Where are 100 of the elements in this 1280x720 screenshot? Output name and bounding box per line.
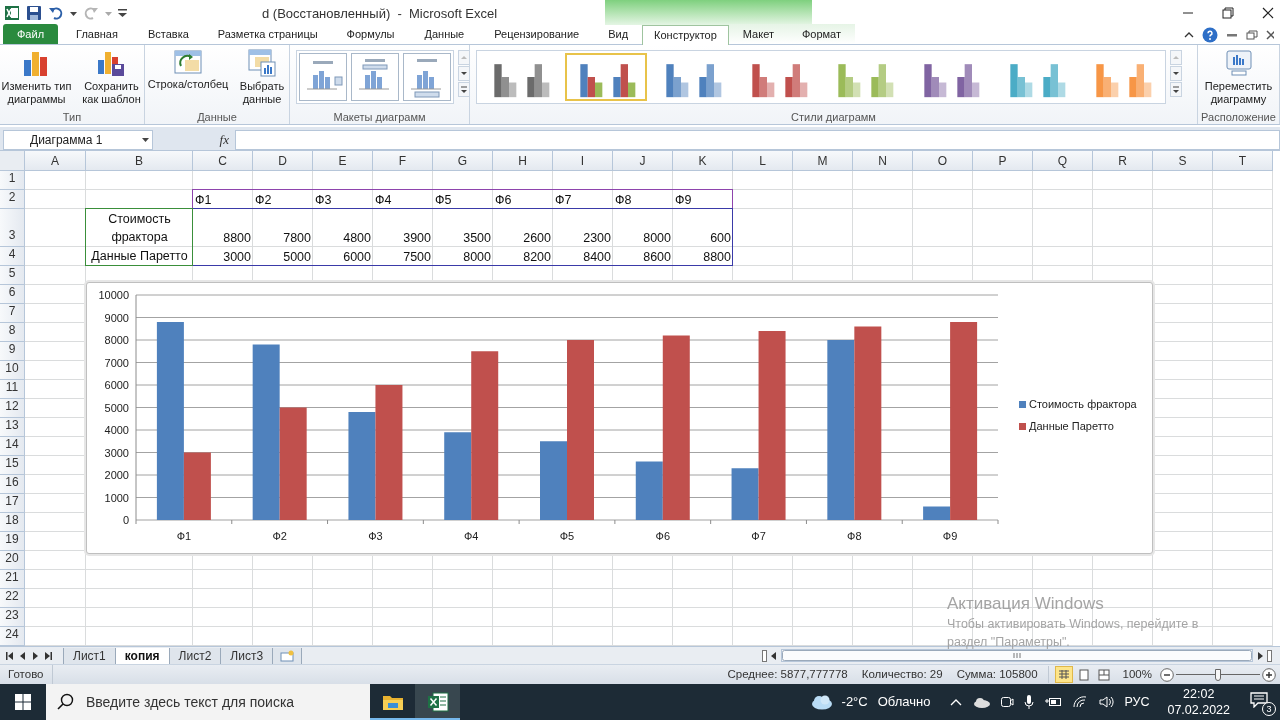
scroll-down-icon[interactable] — [458, 66, 470, 81]
column-header[interactable]: B — [86, 151, 193, 171]
zoom-in-icon[interactable] — [1262, 667, 1276, 682]
scroll-left-icon[interactable] — [769, 649, 779, 662]
ribbon-tab[interactable]: Файл — [3, 24, 59, 44]
ribbon-tab[interactable]: Формат — [787, 24, 856, 44]
last-sheet-icon[interactable] — [44, 650, 52, 661]
split-handle-icon[interactable] — [762, 649, 767, 662]
ribbon-button[interactable]: Переместить диаграмму — [1200, 48, 1277, 106]
row-header[interactable]: 1 — [0, 171, 25, 190]
column-header[interactable]: J — [613, 151, 673, 171]
column-header[interactable]: K — [673, 151, 733, 171]
close-icon[interactable] — [1266, 30, 1274, 40]
row-header[interactable]: 2 — [0, 190, 25, 209]
close-icon[interactable] — [1262, 6, 1274, 19]
column-header[interactable]: S — [1153, 151, 1213, 171]
zoom-slider[interactable] — [1176, 667, 1260, 682]
chevron-up-icon[interactable] — [950, 697, 963, 707]
sheet-tab[interactable]: копия — [114, 647, 170, 665]
scroll-thumb[interactable] — [782, 650, 1252, 661]
ribbon-button[interactable]: Сохранить как шаблон — [78, 48, 144, 106]
move-chart-icon[interactable] — [1223, 48, 1254, 78]
language-indicator[interactable]: РУС — [1124, 692, 1150, 712]
name-box[interactable]: Диаграмма 1 — [3, 129, 153, 150]
row-header[interactable]: 7 — [0, 304, 25, 323]
row-header[interactable]: 21 — [0, 570, 25, 589]
wifi-icon[interactable] — [1072, 695, 1089, 709]
chart-layout-thumbnail[interactable] — [351, 53, 399, 101]
column-header[interactable]: H — [493, 151, 553, 171]
chart-style-thumbnail[interactable] — [565, 53, 647, 101]
column-header[interactable]: P — [973, 151, 1033, 171]
column-header[interactable]: C — [193, 151, 253, 171]
chart-layout-thumbnail[interactable] — [299, 53, 347, 101]
restore-icon[interactable] — [1246, 30, 1258, 40]
cloud-icon[interactable] — [809, 694, 834, 710]
more-icon[interactable] — [458, 82, 470, 97]
row-header[interactable]: 13 — [0, 418, 25, 437]
zoom-out-icon[interactable] — [1160, 667, 1174, 682]
more-icon[interactable] — [1170, 82, 1182, 97]
sheet-tab[interactable]: Лист3 — [220, 647, 274, 665]
ribbon-tab[interactable]: Вид — [594, 24, 643, 44]
column-header[interactable]: N — [853, 151, 913, 171]
switch-row-column-icon[interactable] — [173, 48, 203, 76]
column-header[interactable]: F — [373, 151, 433, 171]
column-header[interactable]: G — [433, 151, 493, 171]
taskbar-app[interactable] — [415, 684, 460, 720]
row-header[interactable]: 9 — [0, 342, 25, 361]
scroll-down-icon[interactable] — [1170, 66, 1182, 81]
folder-icon[interactable] — [381, 693, 404, 711]
row-header[interactable]: 6 — [0, 285, 25, 304]
ribbon-tab[interactable]: Конструктор — [642, 25, 729, 45]
ribbon-tab[interactable]: Главная — [61, 24, 133, 44]
first-sheet-icon[interactable] — [6, 650, 14, 661]
chart-layout-thumbnail[interactable] — [403, 53, 451, 101]
column-header[interactable]: I — [553, 151, 613, 171]
column-header[interactable]: Q — [1033, 151, 1093, 171]
row-header[interactable]: 19 — [0, 532, 25, 551]
column-header[interactable]: A — [25, 151, 86, 171]
row-header[interactable]: 17 — [0, 494, 25, 513]
ribbon-tab[interactable]: Разметка страницы — [203, 24, 332, 44]
row-header[interactable]: 8 — [0, 323, 25, 342]
row-header[interactable]: 5 — [0, 266, 25, 285]
ribbon-button[interactable]: Изменить тип диаграммы — [0, 48, 73, 106]
ribbon-tab[interactable]: Макет — [728, 24, 788, 44]
split-handle-icon[interactable] — [1267, 649, 1272, 662]
volume-icon[interactable] — [1098, 695, 1115, 709]
row-header[interactable]: 10 — [0, 361, 25, 380]
row-header[interactable]: 22 — [0, 589, 25, 608]
select-data-icon[interactable] — [247, 48, 277, 78]
zoom-level[interactable]: 100% — [1122, 665, 1152, 684]
column-header[interactable]: E — [313, 151, 373, 171]
cloud-icon[interactable] — [972, 696, 991, 708]
ribbon-button[interactable]: Строка/столбец — [146, 48, 230, 91]
ribbon-tab[interactable]: Рецензирование — [479, 24, 595, 44]
row-header[interactable]: 24 — [0, 627, 25, 646]
restore-icon[interactable] — [1222, 6, 1234, 19]
view-button[interactable] — [1054, 666, 1073, 683]
chart-area[interactable]: 0 1000 2000 3000 4000 5000 6000 7000 8000 9000 10000 Ф1 Ф2 Ф3 Ф4 Ф5 Ф6 Ф7 Ф8 Ф9 Стоимость фрактора Данные Паретто — [86, 282, 1153, 554]
formula-input[interactable] — [235, 129, 1280, 150]
previous-sheet-icon[interactable] — [20, 650, 26, 661]
row-header[interactable]: 16 — [0, 475, 25, 494]
column-header[interactable]: T — [1213, 151, 1273, 171]
column-header[interactable]: D — [253, 151, 313, 171]
column-header[interactable]: R — [1093, 151, 1153, 171]
search-field[interactable]: Введите здесь текст для поиска — [46, 684, 370, 720]
row-header[interactable]: 12 — [0, 399, 25, 418]
ribbon-button[interactable]: Выбрать данные — [236, 48, 288, 106]
excel-icon[interactable] — [4, 4, 20, 21]
row-header[interactable]: 14 — [0, 437, 25, 456]
row-header[interactable]: 20 — [0, 551, 25, 570]
row-header[interactable]: 18 — [0, 513, 25, 532]
row-header[interactable]: 15 — [0, 456, 25, 475]
function-button[interactable]: fx — [219, 129, 229, 150]
sheet-tab[interactable]: Лист1 — [63, 647, 116, 665]
ribbon-tab[interactable]: Данные — [409, 24, 480, 44]
camera-icon[interactable] — [1000, 694, 1015, 710]
row-header[interactable]: 11 — [0, 380, 25, 399]
help-icon[interactable] — [1202, 27, 1218, 43]
battery-icon[interactable] — [1044, 695, 1063, 709]
row-header[interactable]: 23 — [0, 608, 25, 627]
